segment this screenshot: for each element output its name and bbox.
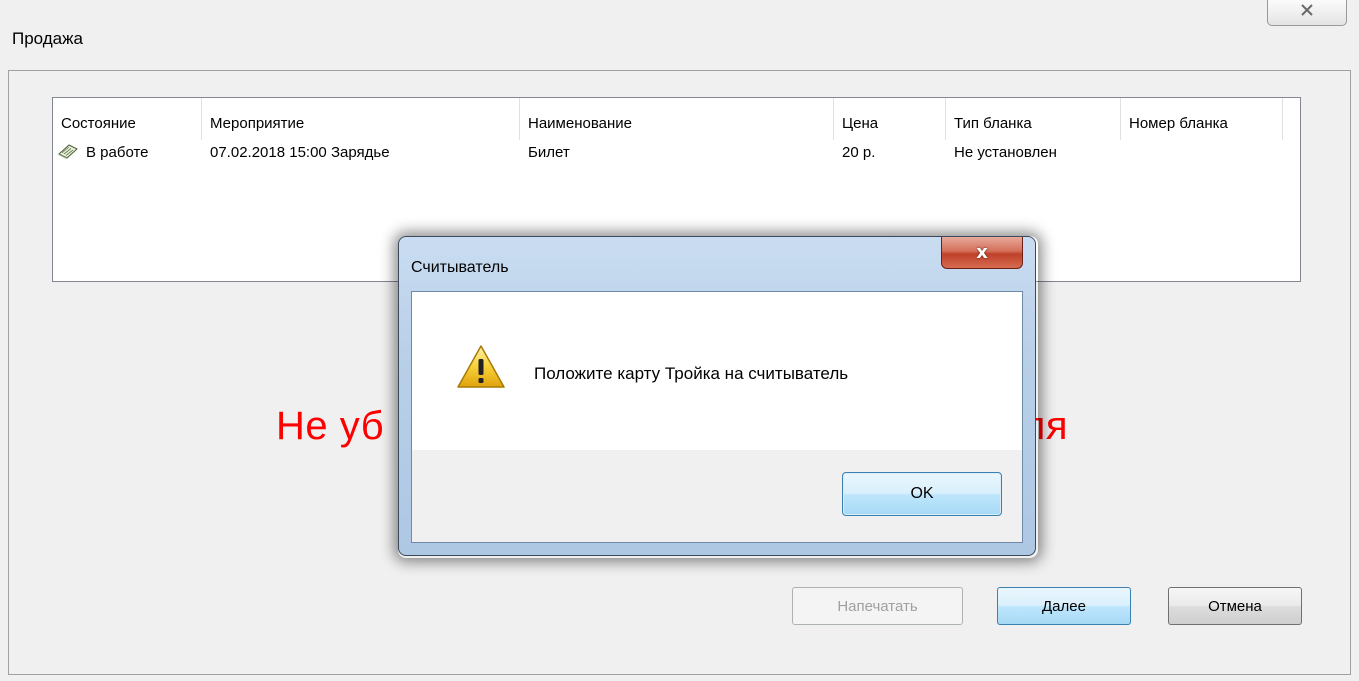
- warning-icon: [456, 344, 506, 390]
- dialog-message: Положите карту Тройка на считыватель: [534, 364, 849, 383]
- close-icon: [1300, 3, 1314, 22]
- title-bar: Продажа: [0, 0, 1359, 70]
- column-header-blank-type[interactable]: Тип бланка: [946, 98, 1121, 140]
- table-row[interactable]: В работе 07.02.2018 15:00 Зарядье Билет …: [53, 140, 1300, 170]
- window-title: Продажа: [12, 29, 83, 48]
- dialog-body: Положите карту Тройка на считыватель OK: [411, 291, 1023, 543]
- dialog-footer: OK: [412, 450, 1022, 542]
- cancel-button[interactable]: Отмена: [1168, 587, 1302, 625]
- print-button[interactable]: Напечатать: [792, 587, 963, 625]
- close-icon: x: [976, 242, 988, 263]
- ticket-note-icon: [57, 142, 79, 160]
- grid-header: Состояние Мероприятие Наименование Цена …: [53, 98, 1300, 140]
- warning-message-left: Не уб: [276, 404, 385, 448]
- column-header-blank-number[interactable]: Номер бланка: [1121, 98, 1283, 140]
- column-header-event[interactable]: Мероприятие: [202, 98, 520, 140]
- cell-name: Билет: [528, 144, 570, 161]
- cell-blank-type: Не установлен: [954, 144, 1057, 161]
- column-header-price[interactable]: Цена: [834, 98, 946, 140]
- cell-event: 07.02.2018 15:00 Зарядье: [210, 144, 390, 161]
- cell-price: 20 р.: [842, 144, 876, 161]
- reader-dialog: Считыватель x Положите карту Тройка на с…: [398, 236, 1036, 556]
- cell-status: В работе: [86, 144, 149, 161]
- column-header-status[interactable]: Состояние: [53, 98, 202, 140]
- dialog-title: Считыватель: [411, 259, 509, 276]
- close-button[interactable]: [1267, 0, 1347, 26]
- ok-button[interactable]: OK: [842, 472, 1002, 516]
- column-header-name[interactable]: Наименование: [520, 98, 834, 140]
- next-button[interactable]: Далее: [997, 587, 1131, 625]
- dialog-close-button[interactable]: x: [941, 237, 1023, 269]
